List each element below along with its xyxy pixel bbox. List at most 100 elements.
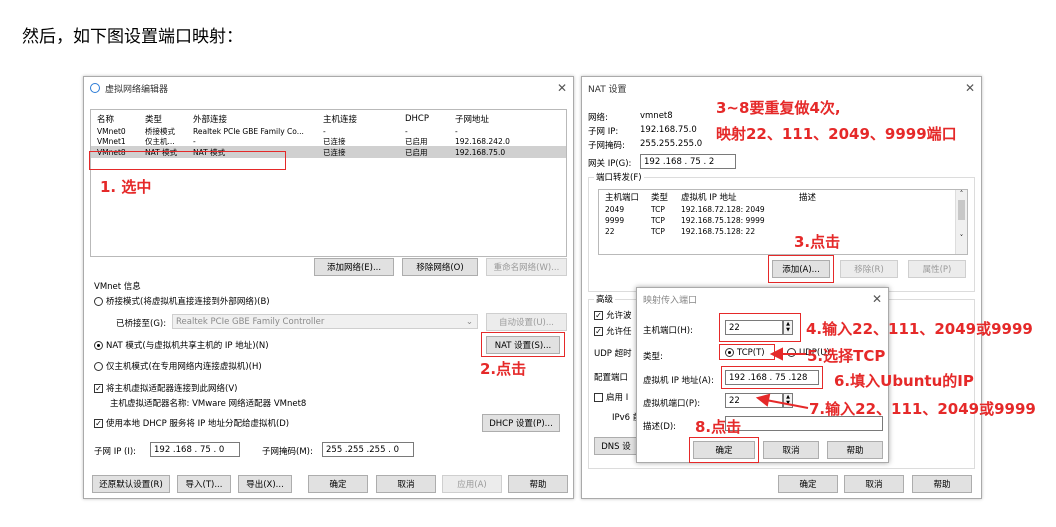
dns-settings-button[interactable]: DNS 设 xyxy=(594,437,638,455)
checkbox-checked-icon: ✓ xyxy=(594,311,603,320)
highlight-box-vmnet8 xyxy=(89,151,286,170)
nat-mode-radio[interactable]: NAT 模式(与虚拟机共享主机的 IP 地址)(N) xyxy=(94,339,269,351)
advanced-label: 高级 xyxy=(594,293,616,305)
col-host: 主机连接 xyxy=(323,115,358,125)
window-title: 虚拟网络编辑器 xyxy=(105,84,169,95)
rename-network-button[interactable]: 重命名网络(W)... xyxy=(486,258,567,276)
table-row[interactable]: VMnet0 桥接模式 Realtek PCIe GBE Family Co..… xyxy=(91,126,566,136)
annotation-repeat-line2: 映射22、111、2049、9999端口 xyxy=(716,125,957,143)
bridged-to-select[interactable]: Realtek PCIe GBE Family Controller ⌄ xyxy=(172,314,478,329)
apply-button[interactable]: 应用(A) xyxy=(442,475,502,493)
col-external: 外部连接 xyxy=(193,115,228,125)
title-bar: 虚拟网络编辑器 ✕ xyxy=(84,77,573,99)
vmnet-info-label: VMnet 信息 xyxy=(94,282,141,292)
subnet-ip-label: 子网 IP (I): xyxy=(94,447,137,457)
dhcp-settings-button[interactable]: DHCP 设置(P)... xyxy=(482,414,560,432)
subnet-mask-label: 子网掩码: xyxy=(588,141,625,151)
table-header: 名称 类型 外部连接 主机连接 DHCP 子网地址 xyxy=(91,112,566,126)
add-network-button[interactable]: 添加网络(E)... xyxy=(314,258,394,276)
gateway-label: 网关 IP(G): xyxy=(588,159,632,169)
highlight-box-nat-settings xyxy=(481,332,565,357)
help-button[interactable]: 帮助 xyxy=(912,475,972,493)
vm-ip-label: 虚拟机 IP 地址(A): xyxy=(643,376,714,386)
table-row[interactable]: 2049 TCP 192.168.72.128: 2049 xyxy=(599,204,967,215)
use-dhcp-checkbox[interactable]: ✓ 使用本地 DHCP 服务将 IP 地址分配给虚拟机(D) xyxy=(94,417,289,429)
adapter-name-text: 主机虚拟适配器名称: VMware 网络适配器 VMnet8 xyxy=(110,399,307,409)
close-icon[interactable]: ✕ xyxy=(965,81,975,95)
enable-ipv6-checkbox[interactable]: 启用 I xyxy=(594,391,628,403)
globe-icon xyxy=(90,83,100,93)
close-icon[interactable]: ✕ xyxy=(872,292,882,306)
cancel-button[interactable]: 取消 xyxy=(844,475,904,493)
radio-icon xyxy=(787,348,796,357)
close-icon[interactable]: ✕ xyxy=(557,81,567,95)
checkbox-checked-icon: ✓ xyxy=(594,327,603,336)
table-row[interactable]: 9999 TCP 192.168.75.128: 9999 xyxy=(599,215,967,226)
host-port-label: 主机端口(H): xyxy=(643,326,693,336)
annotation-step-6: 6.填入Ubuntu的IP xyxy=(834,372,974,390)
network-table: 名称 类型 外部连接 主机连接 DHCP 子网地址 VMnet0 桥接模式 Re… xyxy=(90,109,567,257)
subnet-ip-field[interactable]: 192 .168 . 75 . 0 xyxy=(150,442,240,457)
annotation-step-8: 8.点击 xyxy=(695,418,742,436)
remove-port-button[interactable]: 移除(R) xyxy=(840,260,898,278)
col-type: 类型 xyxy=(145,115,163,125)
allow-checkbox-1[interactable]: ✓ 允许波 xyxy=(594,309,632,321)
import-button[interactable]: 导入(T)... xyxy=(177,475,231,493)
highlight-box-tcp xyxy=(719,344,775,360)
ok-button[interactable]: 确定 xyxy=(778,475,838,493)
window-title: NAT 设置 xyxy=(588,84,627,95)
cancel-button[interactable]: 取消 xyxy=(763,441,819,459)
allow-checkbox-2[interactable]: ✓ 允许任 xyxy=(594,325,632,337)
bridge-mode-radio[interactable]: 桥接模式(将虚拟机直接连接到外部网络)(B) xyxy=(94,295,270,307)
help-button[interactable]: 帮助 xyxy=(827,441,883,459)
annotation-step-7: 7.输入22、111、2049或9999 xyxy=(809,400,1036,418)
intro-text: 然后，如下图设置端口映射： xyxy=(22,27,243,47)
radio-icon xyxy=(94,362,103,371)
subnet-mask-value: 255.255.255.0 xyxy=(640,139,703,149)
udp-timeout-label: UDP 超时 xyxy=(594,349,632,359)
subnet-mask-field[interactable]: 255 .255 .255 . 0 xyxy=(322,442,414,457)
cancel-button[interactable]: 取消 xyxy=(376,475,436,493)
col-dhcp: DHCP xyxy=(405,114,429,124)
highlight-box-vm-ip xyxy=(721,366,823,389)
restore-defaults-button[interactable]: 还原默认设置(R) xyxy=(92,475,170,493)
highlight-box-host-port xyxy=(719,313,801,342)
remove-network-button[interactable]: 移除网络(O) xyxy=(402,258,478,276)
vm-port-stepper[interactable]: ▲ ▼ xyxy=(783,393,793,408)
checkbox-checked-icon: ✓ xyxy=(94,384,103,393)
scroll-up-icon: ˄ xyxy=(959,190,964,198)
annotation-step-5: 5.选择TCP xyxy=(807,347,886,365)
auto-settings-button[interactable]: 自动设置(U)... xyxy=(486,313,567,331)
scroll-down-icon: ˅ xyxy=(959,234,964,242)
help-button[interactable]: 帮助 xyxy=(508,475,568,493)
subnet-ip-value: 192.168.75.0 xyxy=(640,125,697,135)
annotation-repeat-line1: 3~8要重复做4次, xyxy=(716,99,841,117)
subnet-mask-label: 子网掩码(M): xyxy=(262,447,313,457)
description-label: 描述(D): xyxy=(643,422,677,432)
title-bar: NAT 设置 ✕ xyxy=(582,77,981,99)
checkbox-checked-icon: ✓ xyxy=(94,419,103,428)
chevron-down-icon: ⌄ xyxy=(465,316,473,327)
table-row[interactable]: VMnet1 仅主机... - 已连接 已启用 192.168.242.0 xyxy=(91,136,566,146)
highlight-box-add xyxy=(768,255,834,283)
dialog-title: 映射传入端口 xyxy=(643,295,698,306)
network-value: vmnet8 xyxy=(640,111,673,121)
gateway-field[interactable]: 192 .168 . 75 . 2 xyxy=(640,154,736,169)
connect-adapter-checkbox[interactable]: ✓ 将主机虚拟适配器连接到此网络(V) xyxy=(94,382,237,394)
table-header: 主机端口 类型 虚拟机 IP 地址 描述 xyxy=(605,193,817,203)
export-button[interactable]: 导出(X)... xyxy=(238,475,292,493)
col-name: 名称 xyxy=(97,115,115,125)
vm-port-field[interactable]: 22 xyxy=(725,393,783,408)
network-label: 网络: xyxy=(588,113,608,123)
table-scrollbar[interactable]: ˄ ˅ xyxy=(955,190,967,254)
virtual-network-editor-window: 虚拟网络编辑器 ✕ 名称 类型 外部连接 主机连接 DHCP 子网地址 VMne… xyxy=(83,76,574,499)
ok-button[interactable]: 确定 xyxy=(308,475,368,493)
properties-button[interactable]: 属性(P) xyxy=(908,260,966,278)
annotation-step-2: 2.点击 xyxy=(480,360,527,378)
annotation-step-3: 3.点击 xyxy=(794,233,841,251)
host-only-radio[interactable]: 仅主机模式(在专用网络内连接虚拟机)(H) xyxy=(94,360,262,372)
annotation-step-4: 4.输入22、111、2049或9999 xyxy=(806,320,1033,338)
bridged-to-label: 已桥接至(G): xyxy=(116,319,167,329)
table-row[interactable]: 22 TCP 192.168.75.128: 22 xyxy=(599,226,967,237)
scroll-thumb[interactable] xyxy=(958,200,965,220)
